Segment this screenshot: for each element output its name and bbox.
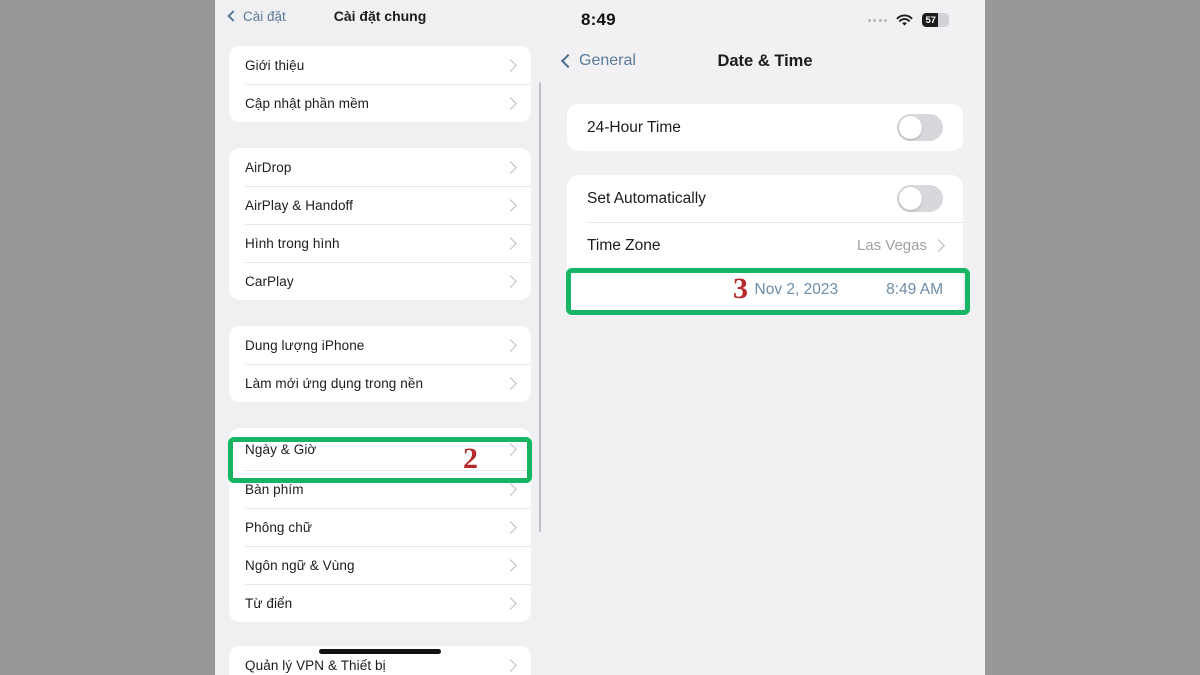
battery-icon: 57 [922,13,949,27]
row-label: 24-Hour Time [587,118,681,136]
chevron-left-icon [560,53,576,69]
chevron-right-icon [504,198,517,212]
row-label: Ngày & Giờ [245,441,317,457]
left-list-group-3: Dung lượng iPhone Làm mới ứng dụng trong… [229,326,531,402]
wifi-icon [896,13,913,27]
chevron-right-icon [504,596,517,610]
left-list-group-1: Giới thiệu Cập nhật phần mềm [229,46,531,122]
date-time-card-two: Set Automatically Time Zone Las Vegas No… [567,175,963,311]
row-label: Từ điển [245,595,293,611]
right-back-button[interactable]: General [560,52,636,70]
chevron-right-icon [504,558,517,572]
row-label: Dung lượng iPhone [245,337,365,353]
signal-dots-icon [867,18,887,22]
row-time-zone[interactable]: Time Zone Las Vegas [567,222,963,269]
time-zone-value: Las Vegas [856,237,927,254]
row-label: AirDrop [245,159,292,175]
chevron-right-icon [504,58,517,72]
sidebar-item-gioi-thieu[interactable]: Giới thiệu [229,46,531,84]
sidebar-item-ngon-ngu-vung[interactable]: Ngôn ngữ & Vùng [229,546,531,584]
sidebar-item-airdrop[interactable]: AirDrop [229,148,531,186]
row-label: Quản lý VPN & Thiết bị [245,657,386,673]
date-value: Nov 2, 2023 [754,281,839,298]
chevron-right-icon [504,442,517,456]
sidebar-item-ban-phim[interactable]: Bàn phím [229,470,531,508]
right-navigation-bar: General Date & Time [545,40,985,82]
sidebar-item-dung-luong-iphone[interactable]: Dung lượng iPhone [229,326,531,364]
chevron-right-icon [504,338,517,352]
left-list-group-4: Ngày & Giờ Bàn phím Phông chữ Ngôn ngữ &… [229,428,531,622]
toggle-24-hour-time[interactable] [897,114,943,141]
row-24-hour-time[interactable]: 24-Hour Time [567,104,963,151]
row-label: Time Zone [587,236,661,254]
toggle-knob [899,187,922,210]
row-label: Giới thiệu [245,57,305,73]
row-label: Cập nhật phần mềm [245,95,370,111]
toggle-knob [899,116,922,139]
row-label: Phông chữ [245,519,312,535]
right-back-label: General [579,52,636,69]
row-set-automatically[interactable]: Set Automatically [567,175,963,222]
left-phone-screen: Cài đặt Cài đặt chung Giới thiệu Cập nhậ… [215,0,545,675]
chevron-right-icon [504,658,517,672]
left-back-button[interactable]: Cài đặt [227,8,286,24]
status-bar-indicators: 57 [867,13,949,27]
row-label: CarPlay [245,273,294,289]
date-time-card-one: 24-Hour Time [567,104,963,151]
row-label: Hình trong hình [245,235,340,251]
sidebar-item-carplay[interactable]: CarPlay [229,262,531,300]
sidebar-item-airplay-handoff[interactable]: AirPlay & Handoff [229,186,531,224]
left-list-group-2: AirDrop AirPlay & Handoff Hình trong hìn… [229,148,531,300]
row-label: Ngôn ngữ & Vùng [245,557,355,573]
sidebar-item-tu-dien[interactable]: Từ điển [229,584,531,622]
sidebar-item-phong-chu[interactable]: Phông chữ [229,508,531,546]
sidebar-item-cap-nhat-phan-mem[interactable]: Cập nhật phần mềm [229,84,531,122]
time-value: 8:49 AM [886,281,943,298]
chevron-right-icon [932,239,945,252]
row-date-time-display[interactable]: Nov 2, 2023 8:49 AM [567,269,963,311]
toggle-set-automatically[interactable] [897,185,943,212]
home-indicator [319,649,441,654]
sidebar-item-lam-moi-ung-dung[interactable]: Làm mới ứng dụng trong nền [229,364,531,402]
chevron-right-icon [504,96,517,110]
sidebar-item-ngay-gio[interactable]: Ngày & Giờ [229,428,531,470]
chevron-left-icon [227,10,239,22]
chevron-right-icon [504,274,517,288]
row-label: Set Automatically [587,189,706,207]
chevron-right-icon [504,520,517,534]
row-label: Làm mới ứng dụng trong nền [245,375,424,391]
chevron-right-icon [504,236,517,250]
chevron-right-icon [504,482,517,496]
left-back-label: Cài đặt [243,8,286,24]
row-label: AirPlay & Handoff [245,197,354,213]
screenshot-stage: Cài đặt Cài đặt chung Giới thiệu Cập nhậ… [0,0,1200,675]
status-bar: 8:49 57 [545,0,985,40]
status-bar-clock: 8:49 [581,10,616,29]
sidebar-item-hinh-trong-hinh[interactable]: Hình trong hình [229,224,531,262]
battery-level-label: 57 [925,14,936,26]
left-navigation-bar: Cài đặt Cài đặt chung [215,0,545,32]
chevron-right-icon [504,160,517,174]
chevron-right-icon [504,376,517,390]
right-phone-screen: 8:49 57 General Date & Time 24-Hour Time… [545,0,985,675]
row-label: Bàn phím [245,481,304,497]
